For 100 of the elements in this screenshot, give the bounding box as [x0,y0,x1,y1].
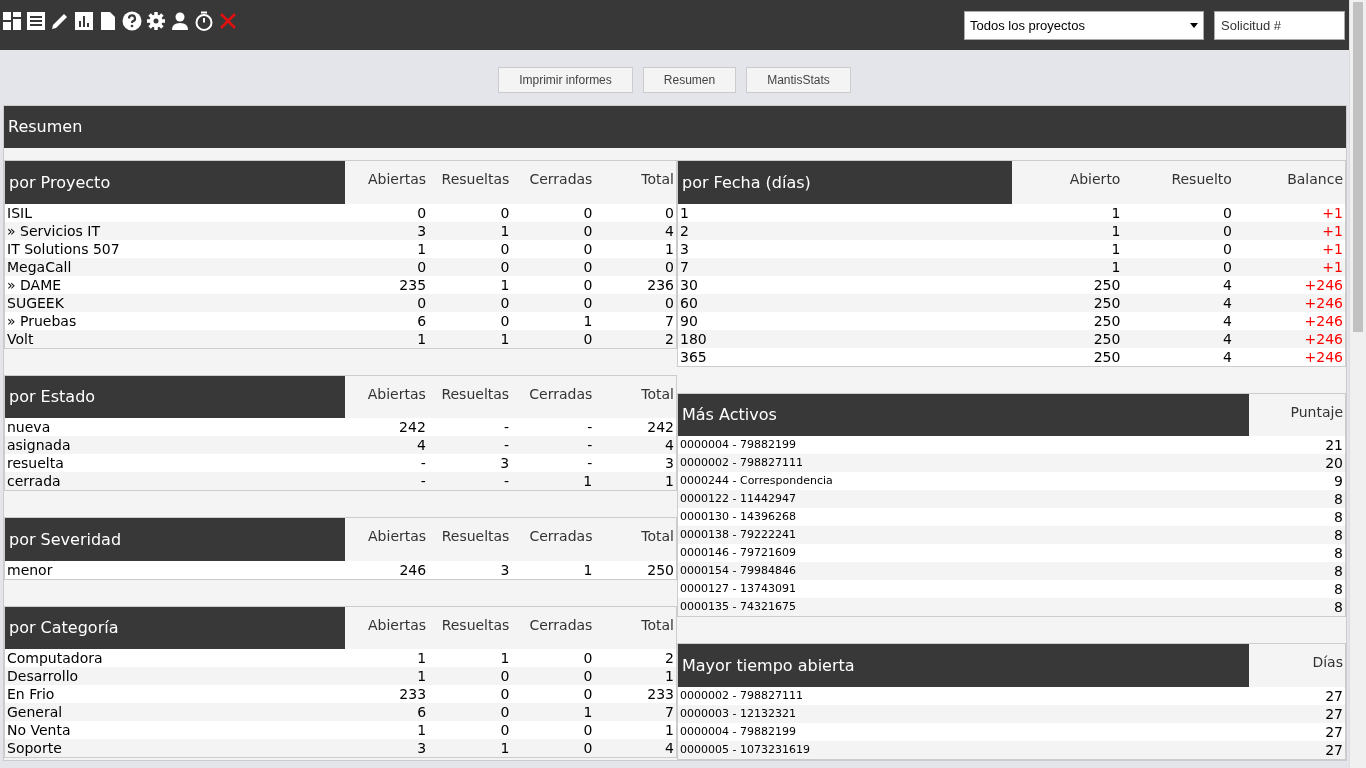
table-cell: 8 [1249,508,1346,526]
table-title: Más Activos [677,393,1249,436]
table-title: por Proyecto [4,160,346,204]
table-cell: 246 [345,560,429,579]
menu-button[interactable]: MantisStats [746,67,851,93]
project-select[interactable]: Todos los proyectos [964,11,1204,40]
column-header: Total [594,517,677,561]
table-cell: 3 [427,454,512,472]
table-cell: +246 [1233,293,1346,312]
table-cell: 2 [594,329,677,348]
table-cell: 4 [594,739,677,758]
table-cell: 0000130 - 14396268 [677,508,1249,526]
table-cell: 1 [428,275,512,294]
table-cell: 0 [345,203,429,222]
table-cell: 4 [594,221,677,240]
table-cell: 3 [345,739,429,758]
table-cell: menor [4,560,346,579]
table-cell: 0 [511,721,595,739]
table-cell: 250 [1011,275,1123,294]
table-cell: 1 [428,739,512,758]
table-cell: 1 [511,472,595,491]
scrollbar[interactable] [1349,0,1366,768]
table-cell: 250 [1011,347,1123,366]
column-header: Resuelto [1122,160,1234,204]
table-cell: 4 [1122,347,1234,366]
column-header: Cerradas [511,517,595,561]
table-cell: 236 [594,275,677,294]
table-cell: MegaCall [4,257,346,276]
table-cell: 233 [345,685,429,703]
column-header: Resueltas [427,375,512,418]
table-cell: 8 [1249,562,1346,580]
dashboard-icon[interactable] [2,11,22,31]
table-cell: 1 [345,721,429,739]
table-cell: 0000146 - 79721609 [677,544,1249,562]
menu-button[interactable]: Imprimir informes [498,67,633,93]
table-cell: 1 [594,472,677,491]
table-cell: 0 [428,685,512,703]
menu-button[interactable]: Resumen [642,67,737,93]
table-cell: Computadora [4,649,346,667]
table-cell: 0 [428,721,512,739]
table-cell: 8 [1249,580,1346,598]
table-cell: » DAME [4,275,346,294]
caret-icon[interactable] [1190,23,1198,28]
table-cell: 0 [428,239,512,258]
table-cell: 1 [1011,239,1123,258]
table-cell: 6 [345,703,429,721]
stopwatch-icon[interactable] [194,11,214,31]
table-cell: - [344,472,428,491]
table-cell: 1 [594,721,677,739]
table-cell: 0000135 - 74321675 [677,598,1249,617]
column-header: Abiertas [345,517,429,561]
table-cell: 235 [345,275,429,294]
table-cell: 1 [1011,221,1123,240]
table-cell: 242 [344,418,428,436]
table-cell: 3 [677,239,1012,258]
table-cell: 0 [511,203,595,222]
table-cell: +246 [1233,329,1346,348]
table-cell: 0000138 - 79222241 [677,526,1249,544]
table-cell: 0 [511,221,595,240]
table-cell: - [511,436,595,454]
table-cell: IT Solutions 507 [4,239,346,258]
table-cell: 0 [511,739,595,758]
table-cell: 8 [1249,526,1346,544]
table-cell: SUGEEK [4,293,346,312]
table-cell: 180 [677,329,1012,348]
table-cell: 0 [428,667,512,685]
table-cell: 242 [594,418,677,436]
table-cell: cerrada [4,472,345,491]
table-cell: 0 [428,311,512,330]
table-cell: 0 [511,649,595,667]
table-cell: 0000005 - 1073231619 [677,740,1249,759]
bar-chart-icon[interactable] [74,11,94,31]
help-icon[interactable] [122,11,142,31]
table-cell: 0 [594,203,677,222]
table-cell: 365 [677,347,1012,366]
table-cell: 0 [345,257,429,276]
table-cell: +246 [1233,311,1346,330]
search-field[interactable]: Solicitud # [1214,11,1345,40]
table-cell: +1 [1233,257,1346,276]
table-title: por Severidad [4,517,346,561]
table-cell: 0 [1122,239,1234,258]
table-cell: 250 [1011,311,1123,330]
user-icon[interactable] [170,11,190,31]
table-cell: 0 [428,293,512,312]
pencil-icon[interactable] [50,11,70,31]
table-cell: nueva [4,418,345,436]
table-cell: 0000004 - 79882199 [677,436,1249,454]
table-cell: 1 [594,239,677,258]
table-cell: General [4,703,346,721]
column-header: Puntaje [1249,393,1346,436]
table-cell: 0 [511,275,595,294]
document-icon[interactable] [98,11,118,31]
table-cell: 0 [1122,257,1234,276]
table-cell: 0 [428,703,512,721]
list-icon[interactable] [26,11,46,31]
settings-icon[interactable] [146,11,166,31]
table-cell: 0 [511,257,595,276]
table-title: por Fecha (días) [677,160,1012,204]
table-cell: 1 [1011,203,1123,222]
table-cell: 0000244 - Correspondencia [677,472,1249,490]
